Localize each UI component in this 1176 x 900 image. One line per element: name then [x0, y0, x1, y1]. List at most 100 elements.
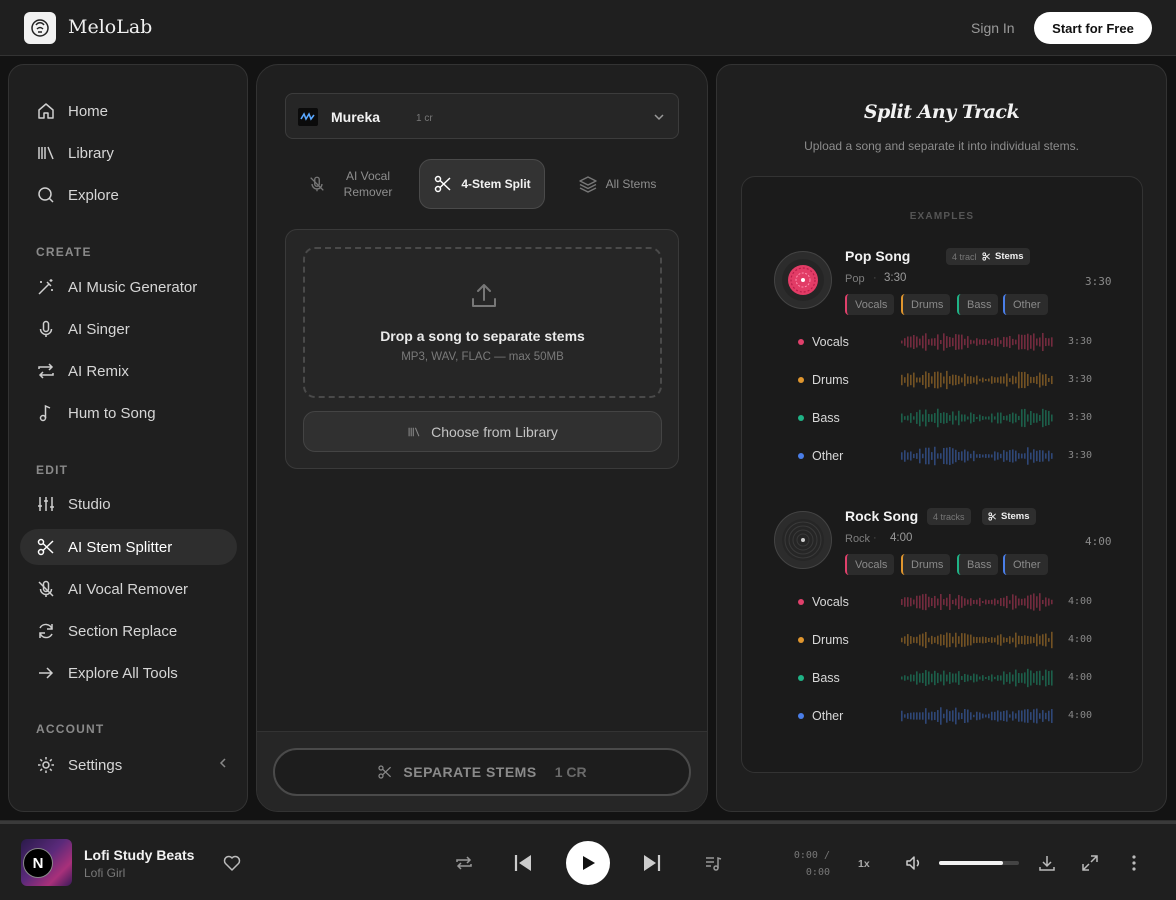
waveform-bar: [1045, 633, 1047, 647]
stem-row[interactable]: Other 4:00: [798, 706, 1128, 726]
waveform-bar: [976, 416, 978, 420]
waveform-bar: [907, 336, 909, 348]
stem-chip: Vocals: [845, 294, 895, 315]
waveform-bar: [916, 712, 918, 720]
waveform-bar: [964, 633, 966, 647]
expand-button[interactable]: [1080, 853, 1100, 873]
waveform-bar: [922, 712, 924, 720]
example-song[interactable]: Pop Song 4 tracks Stems Pop · 3:30 3:30 …: [742, 242, 1144, 492]
sidebar-item-studio[interactable]: Studio: [20, 486, 237, 522]
waveform-bar: [988, 454, 990, 458]
waveform-bar: [1018, 635, 1020, 645]
waveform-bar: [973, 714, 975, 718]
waveform-bar: [1015, 413, 1017, 423]
stem-row[interactable]: Drums 3:30: [798, 370, 1128, 390]
example-song[interactable]: Rock Song 4 tracks Stems Rock · 4:00 4:0…: [742, 502, 1144, 752]
sign-in-link[interactable]: Sign In: [971, 20, 1015, 36]
waveform-bar: [1051, 453, 1053, 459]
sidebar-item-explore-all-tools[interactable]: Explore All Tools: [20, 655, 237, 691]
waveform-bar: [961, 676, 963, 680]
waveform-bar: [931, 338, 933, 346]
waveform-bar: [1024, 672, 1026, 684]
sidebar-item-label: AI Singer: [68, 320, 130, 338]
like-button[interactable]: [222, 853, 242, 873]
stem-row[interactable]: Other 3:30: [798, 446, 1128, 466]
stem-row[interactable]: Vocals 3:30: [798, 332, 1128, 352]
sidebar-item-hum-to-song[interactable]: Hum to Song: [20, 395, 237, 431]
mute-button[interactable]: [904, 853, 924, 873]
sidebar-item-home[interactable]: Home: [20, 93, 237, 129]
stem-duration: 3:30: [1068, 374, 1093, 385]
waveform-bar: [976, 375, 978, 385]
track-artist[interactable]: Lofi Girl: [84, 866, 125, 880]
next-button[interactable]: [641, 852, 663, 874]
waveform-bar: [991, 376, 993, 384]
waveform-bar: [991, 711, 993, 721]
waveform-bar: [931, 597, 933, 607]
stem-row[interactable]: Bass 4:00: [798, 668, 1128, 688]
waveform-bar: [973, 377, 975, 383]
volume-slider[interactable]: [939, 861, 1019, 865]
sidebar-item-settings[interactable]: Settings: [20, 747, 237, 783]
tab-all-stems[interactable]: All Stems: [557, 159, 677, 209]
tab-ai-vocal-remover[interactable]: AI Vocal Remover: [285, 159, 415, 209]
waveform-bar: [967, 709, 969, 723]
waveform-bar: [952, 599, 954, 605]
waveform-bar: [907, 373, 909, 387]
stem-row[interactable]: Drums 4:00: [798, 630, 1128, 650]
sidebar-item-library[interactable]: Library: [20, 135, 237, 171]
stem-chip: Other: [1003, 554, 1048, 575]
waveform-bar: [1051, 670, 1053, 686]
playback-speed-button[interactable]: 1x: [858, 858, 870, 870]
drop-zone[interactable]: Drop a song to separate stems MP3, WAV, …: [303, 247, 662, 398]
sidebar-item-ai-vocal-remover[interactable]: AI Vocal Remover: [20, 571, 237, 607]
skip-back-icon: [514, 855, 531, 871]
sidebar-item-ai-music-generator[interactable]: AI Music Generator: [20, 269, 237, 305]
waveform-bar: [907, 676, 909, 680]
separate-stems-button[interactable]: SEPARATE STEMS 1 CR: [273, 748, 691, 796]
waveform-bar: [1030, 670, 1032, 686]
choose-from-library-button[interactable]: Choose from Library: [303, 411, 662, 452]
examples-title: EXAMPLES: [909, 211, 975, 222]
previous-button[interactable]: [512, 852, 534, 874]
stem-row[interactable]: Vocals 4:00: [798, 592, 1128, 612]
logo[interactable]: [24, 12, 56, 44]
waveform-bar: [931, 673, 933, 683]
waveform-bar: [919, 377, 921, 383]
waveform-bar: [1039, 635, 1041, 645]
waveform-bar: [1015, 595, 1017, 609]
collapse-sidebar-button[interactable]: [217, 757, 229, 769]
queue-button[interactable]: [703, 853, 723, 873]
sidebar-item-section-replace[interactable]: Section Replace: [20, 613, 237, 649]
waveform-bar: [967, 376, 969, 384]
repeat-button[interactable]: [454, 853, 474, 873]
waveform-bar: [1027, 668, 1029, 688]
tab-4-stem-split[interactable]: 4-Stem Split: [419, 159, 545, 209]
sidebar-item-ai-remix[interactable]: AI Remix: [20, 353, 237, 389]
sidebar-item-explore[interactable]: Explore: [20, 177, 237, 213]
waveform-bar: [958, 636, 960, 644]
button-label: Choose from Library: [431, 423, 558, 440]
sidebar-item-ai-singer[interactable]: AI Singer: [20, 311, 237, 347]
waveform: [901, 668, 1053, 688]
waveform-bar: [928, 447, 930, 465]
more-button[interactable]: [1124, 853, 1144, 873]
sidebar-item-ai-stem-splitter[interactable]: AI Stem Splitter: [20, 529, 237, 565]
stem-row[interactable]: Bass 3:30: [798, 408, 1128, 428]
waveform-bar: [1039, 372, 1041, 388]
waveform-bar: [916, 453, 918, 459]
start-free-button[interactable]: Start for Free: [1034, 12, 1152, 44]
waveform-bar: [919, 712, 921, 720]
waveform-bar: [925, 593, 927, 611]
waveform-bar: [901, 452, 903, 460]
model-select[interactable]: Mureka 1 cr: [285, 93, 679, 139]
waveform-bar: [1000, 453, 1002, 459]
track-title[interactable]: Lofi Study Beats: [84, 847, 194, 863]
waveform-bar: [946, 632, 948, 648]
song-genre: Pop: [845, 273, 865, 285]
track-cover[interactable]: N: [21, 839, 72, 886]
section-title-edit: EDIT: [36, 463, 69, 477]
play-button[interactable]: [566, 841, 610, 885]
waveform-bar: [964, 414, 966, 422]
download-button[interactable]: [1037, 853, 1057, 873]
